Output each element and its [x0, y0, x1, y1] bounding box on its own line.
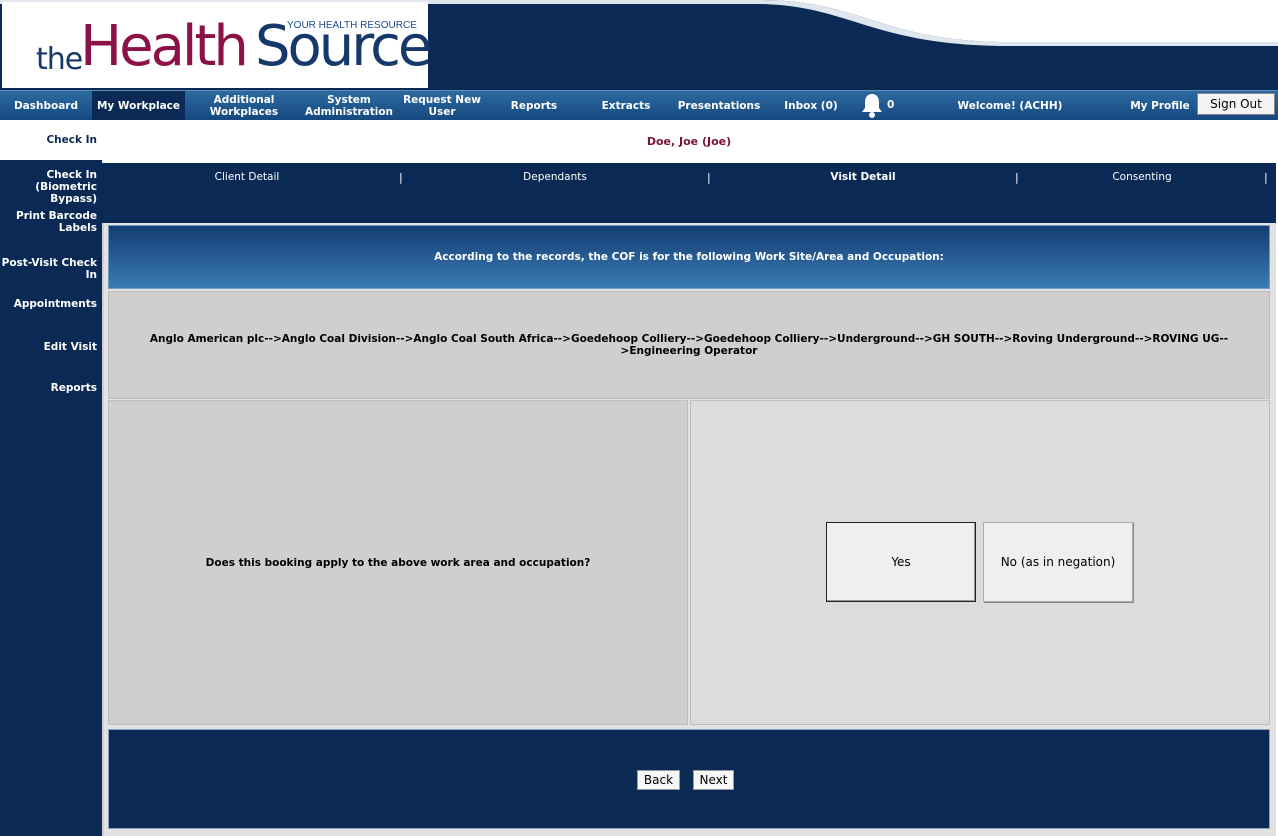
sidebar-item-check-in-biometric-bypass[interactable]: Check In (Biometric Bypass) — [0, 169, 102, 205]
answer-cell: Yes No (as in negation) — [690, 400, 1270, 725]
sidebar-item-check-in[interactable]: Check In — [0, 120, 102, 160]
yes-button[interactable]: Yes — [826, 522, 976, 602]
nav-reports[interactable]: Reports — [500, 91, 568, 121]
logo-tagline: YOUR HEALTH RESOURCE — [287, 20, 417, 31]
sign-out-button[interactable]: Sign Out — [1197, 93, 1275, 115]
bell-icon[interactable] — [859, 92, 885, 120]
tab-dependants[interactable]: Dependants — [410, 171, 700, 183]
logo: the Health Source YOUR HEALTH RESOURCE — [2, 2, 432, 88]
back-button[interactable]: Back — [637, 770, 680, 790]
next-button[interactable]: Next — [693, 770, 734, 790]
sidebar-item-appointments[interactable]: Appointments — [0, 298, 102, 310]
sidebar-item-reports[interactable]: Reports — [0, 382, 102, 394]
app-header: the Health Source YOUR HEALTH RESOURCE — [0, 0, 1278, 90]
nav-my-profile[interactable]: My Profile — [1122, 91, 1198, 121]
notification-count: 0 — [887, 99, 895, 111]
logo-health: Health — [80, 14, 249, 79]
patient-name: Doe, Joe (Joe) — [646, 135, 732, 148]
patient-name-bar: Doe, Joe (Joe) — [102, 120, 1276, 163]
nav-inbox[interactable]: Inbox (0) — [776, 91, 846, 121]
cof-work-area-path: Anglo American plc-->Anglo Coal Division… — [108, 291, 1270, 399]
wizard-footer: Back Next — [108, 729, 1270, 829]
tab-visit-detail[interactable]: Visit Detail — [718, 171, 1008, 183]
welcome-text: Welcome! (ACHH) — [957, 100, 1063, 112]
nav-system-administration[interactable]: System Administration — [300, 91, 398, 121]
cof-path-text: Anglo American plc-->Anglo Coal Division… — [149, 333, 1229, 357]
top-nav: Dashboard My Workplace Additional Workpl… — [0, 90, 1278, 121]
tab-separator: | — [707, 171, 711, 184]
sidebar-item-print-barcode-labels[interactable]: Print Barcode Labels — [0, 210, 102, 234]
cof-banner: According to the records, the COF is for… — [108, 225, 1270, 289]
nav-dashboard[interactable]: Dashboard — [8, 91, 84, 121]
tab-separator: | — [1264, 171, 1268, 184]
no-button[interactable]: No (as in negation) — [983, 522, 1133, 602]
tab-client-detail[interactable]: Client Detail — [102, 171, 392, 183]
sidebar-item-post-visit-check-in[interactable]: Post-Visit Check In — [0, 257, 102, 281]
nav-presentations[interactable]: Presentations — [672, 91, 766, 121]
cof-banner-text: According to the records, the COF is for… — [434, 251, 944, 263]
visit-detail-content: According to the records, the COF is for… — [102, 223, 1276, 836]
question-cell: Does this booking apply to the above wor… — [108, 400, 688, 725]
sidebar: Check In Check In (Biometric Bypass) Pri… — [0, 120, 102, 836]
nav-additional-workplaces[interactable]: Additional Workplaces — [200, 91, 288, 121]
nav-my-workplace[interactable]: My Workplace — [92, 91, 185, 121]
tab-consenting[interactable]: Consenting — [997, 171, 1278, 183]
visit-subtabs: Client Detail | Dependants | Visit Detai… — [102, 163, 1276, 223]
nav-request-new-user[interactable]: Request New User — [400, 91, 484, 121]
tab-separator: | — [399, 171, 403, 184]
question-text: Does this booking apply to the above wor… — [205, 556, 591, 569]
logo-the: the — [36, 42, 83, 77]
sidebar-item-edit-visit[interactable]: Edit Visit — [0, 341, 102, 353]
nav-extracts[interactable]: Extracts — [590, 91, 662, 121]
